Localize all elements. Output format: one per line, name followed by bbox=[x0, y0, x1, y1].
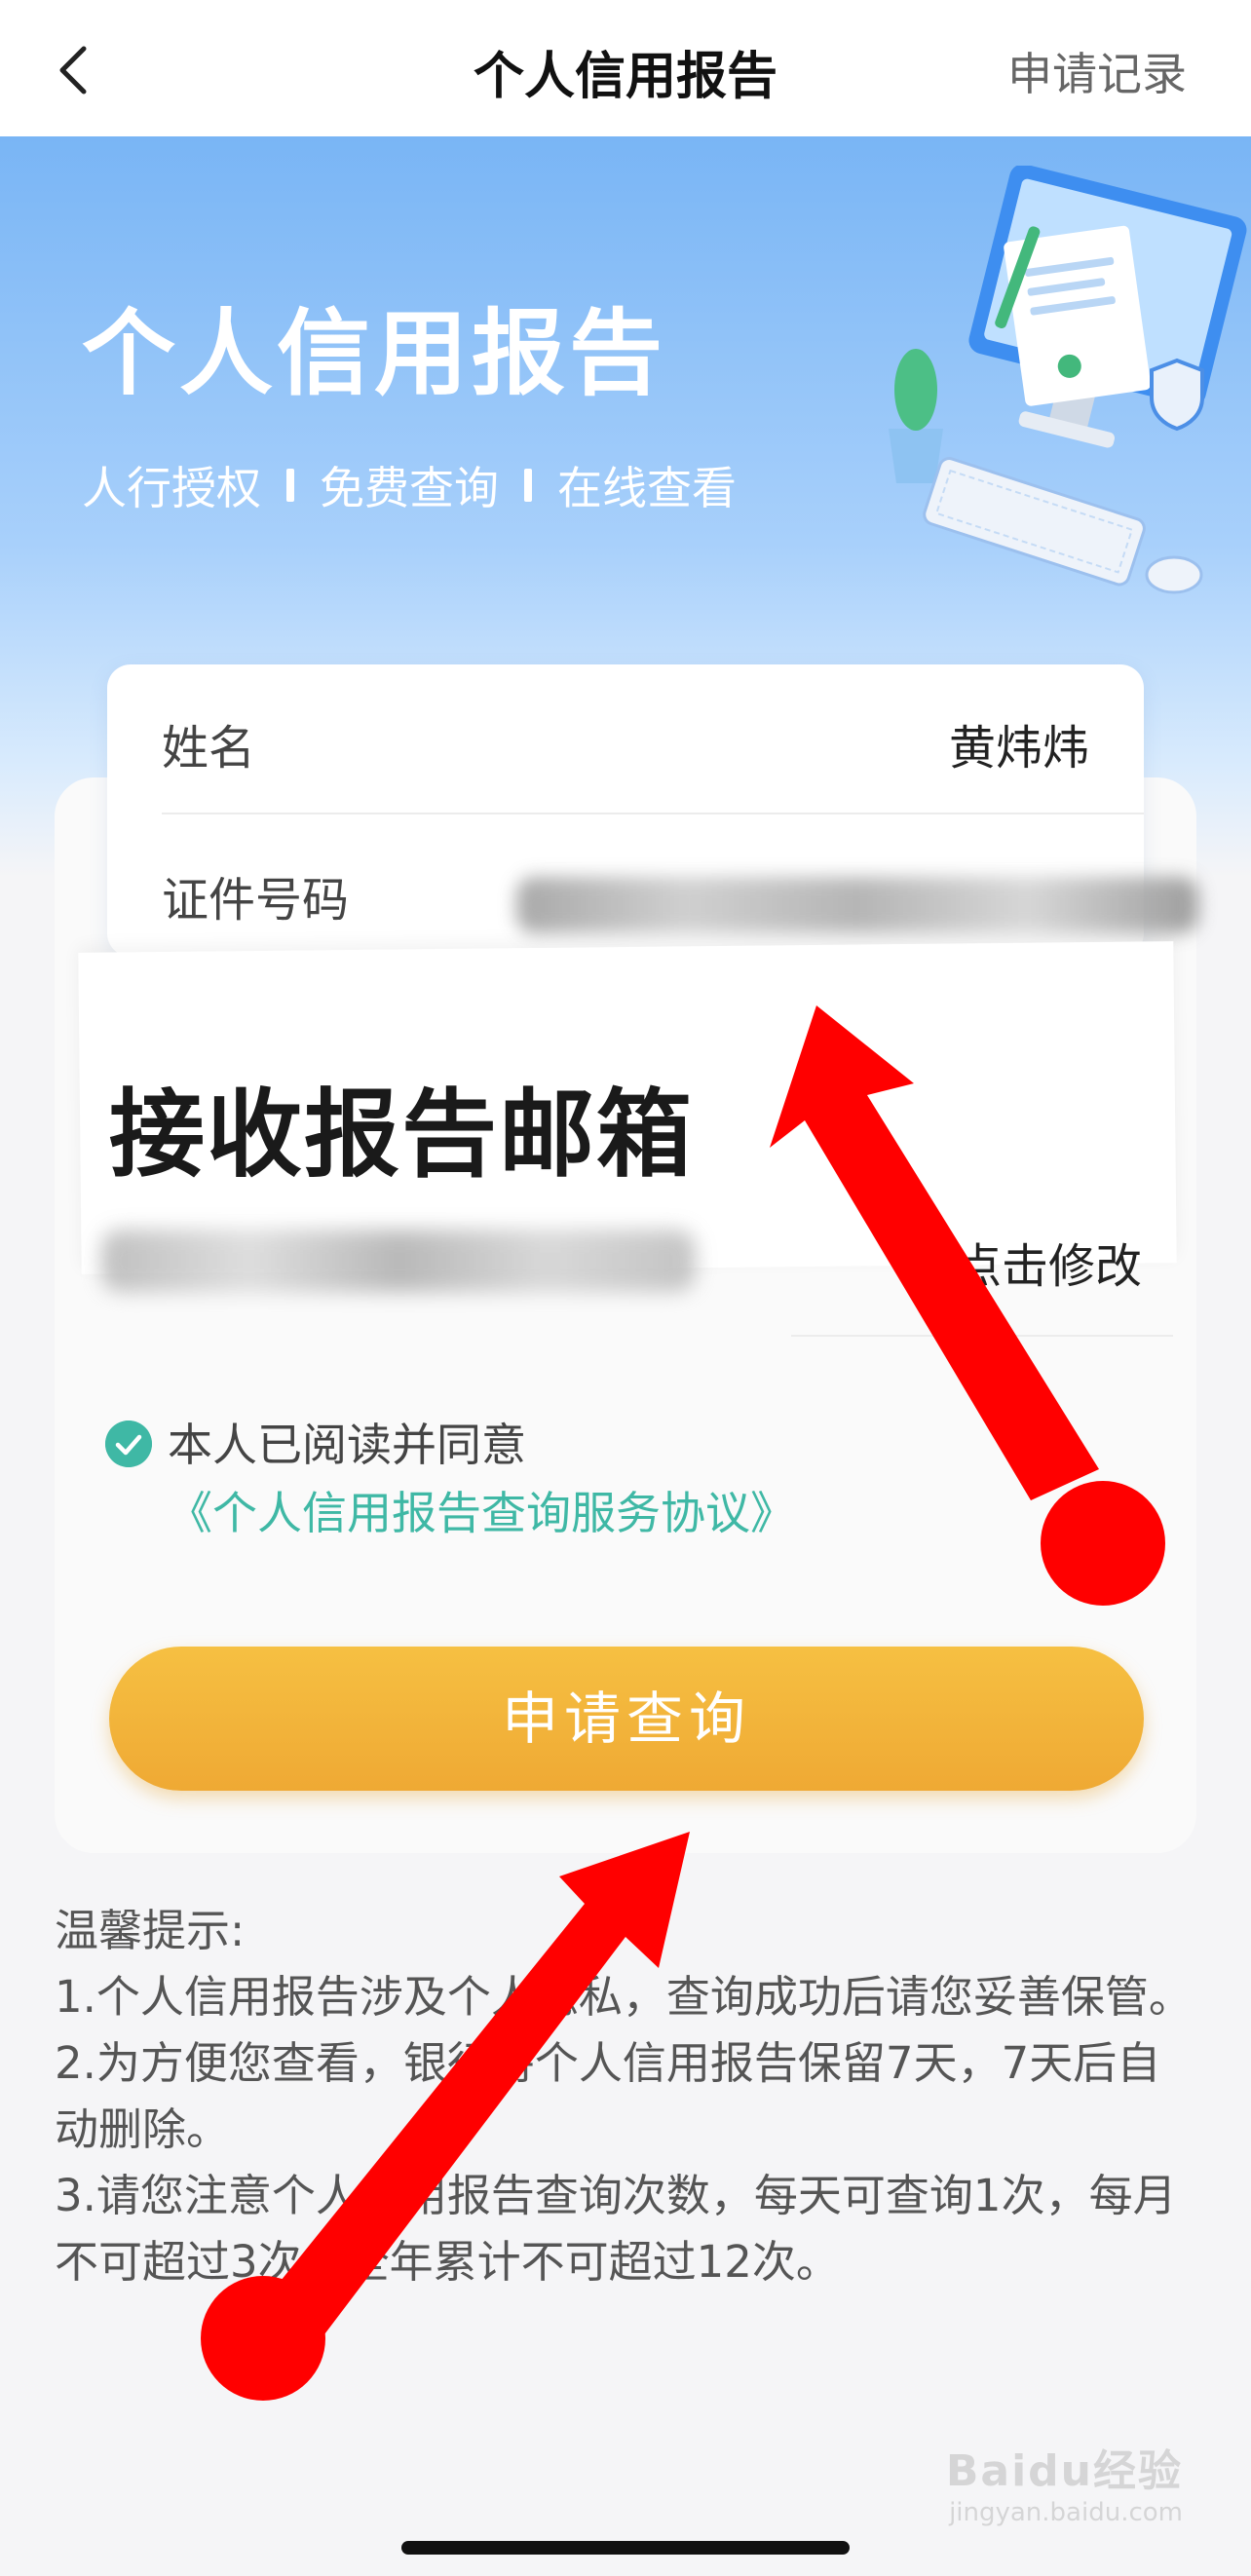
id-number-value-redacted bbox=[516, 877, 1198, 933]
tips-section: 温馨提示: 1.个人信用报告涉及个人隐私，查询成功后请您妥善保管。 2.为方便您… bbox=[55, 1898, 1204, 2295]
agreement-row: 本人已阅读并同意 《个人信用报告查询服务协议》 bbox=[105, 1411, 1157, 1547]
baidu-watermark: Baidu经验 jingyan.baidu.com bbox=[946, 2436, 1183, 2527]
hero-title: 个人信用报告 bbox=[82, 299, 666, 408]
hero-tags: 人行授权 免费查询 在线查看 bbox=[82, 453, 737, 517]
tips-heading: 温馨提示: bbox=[55, 1905, 246, 1956]
agreement-text: 本人已阅读并同意 《个人信用报告查询服务协议》 bbox=[105, 1411, 1157, 1547]
tag-separator bbox=[286, 469, 294, 502]
tag-authorized: 人行授权 bbox=[82, 462, 261, 514]
apply-record-link[interactable]: 申请记录 bbox=[1007, 39, 1187, 103]
email-value-redacted bbox=[101, 1230, 696, 1292]
row-divider bbox=[162, 813, 1144, 814]
watermark-url: jingyan.baidu.com bbox=[949, 2498, 1183, 2527]
check-circle-icon[interactable] bbox=[105, 1421, 152, 1467]
tip-item: 3.请您注意个人信用报告查询次数，每天可查询1次，每月不可超过3次，全年累计不可… bbox=[55, 2170, 1177, 2288]
name-label: 姓名 bbox=[162, 721, 256, 776]
nav-bar: 个人信用报告 申请记录 bbox=[0, 0, 1251, 136]
tag-free: 免费查询 bbox=[320, 462, 499, 514]
home-indicator bbox=[401, 2541, 850, 2555]
tip-item: 2.为方便您查看，银行将个人信用报告保留7天，7天后自动删除。 bbox=[55, 2037, 1161, 2155]
agreement-prefix: 本人已阅读并同意 bbox=[168, 1419, 526, 1471]
tip-item: 1.个人信用报告涉及个人隐私，查询成功后请您妥善保管。 bbox=[55, 1971, 1193, 2023]
watermark-brand: Baidu经验 bbox=[945, 2446, 1183, 2496]
tag-online: 在线查看 bbox=[557, 462, 737, 514]
id-number-label: 证件号码 bbox=[162, 873, 350, 928]
row-divider bbox=[791, 1335, 1173, 1337]
agreement-link[interactable]: 《个人信用报告查询服务协议》 bbox=[168, 1487, 795, 1539]
identity-card: 姓名 黄炜炜 证件号码 bbox=[107, 664, 1198, 957]
mailbox-label: 接收报告邮箱 bbox=[109, 1080, 695, 1191]
tag-separator bbox=[524, 469, 532, 502]
modify-email-link[interactable]: 点击修改 bbox=[955, 1228, 1142, 1296]
apply-query-button[interactable]: 申请查询 bbox=[109, 1647, 1144, 1791]
name-value: 黄炜炜 bbox=[948, 721, 1089, 776]
computer-illustration bbox=[889, 166, 1247, 594]
